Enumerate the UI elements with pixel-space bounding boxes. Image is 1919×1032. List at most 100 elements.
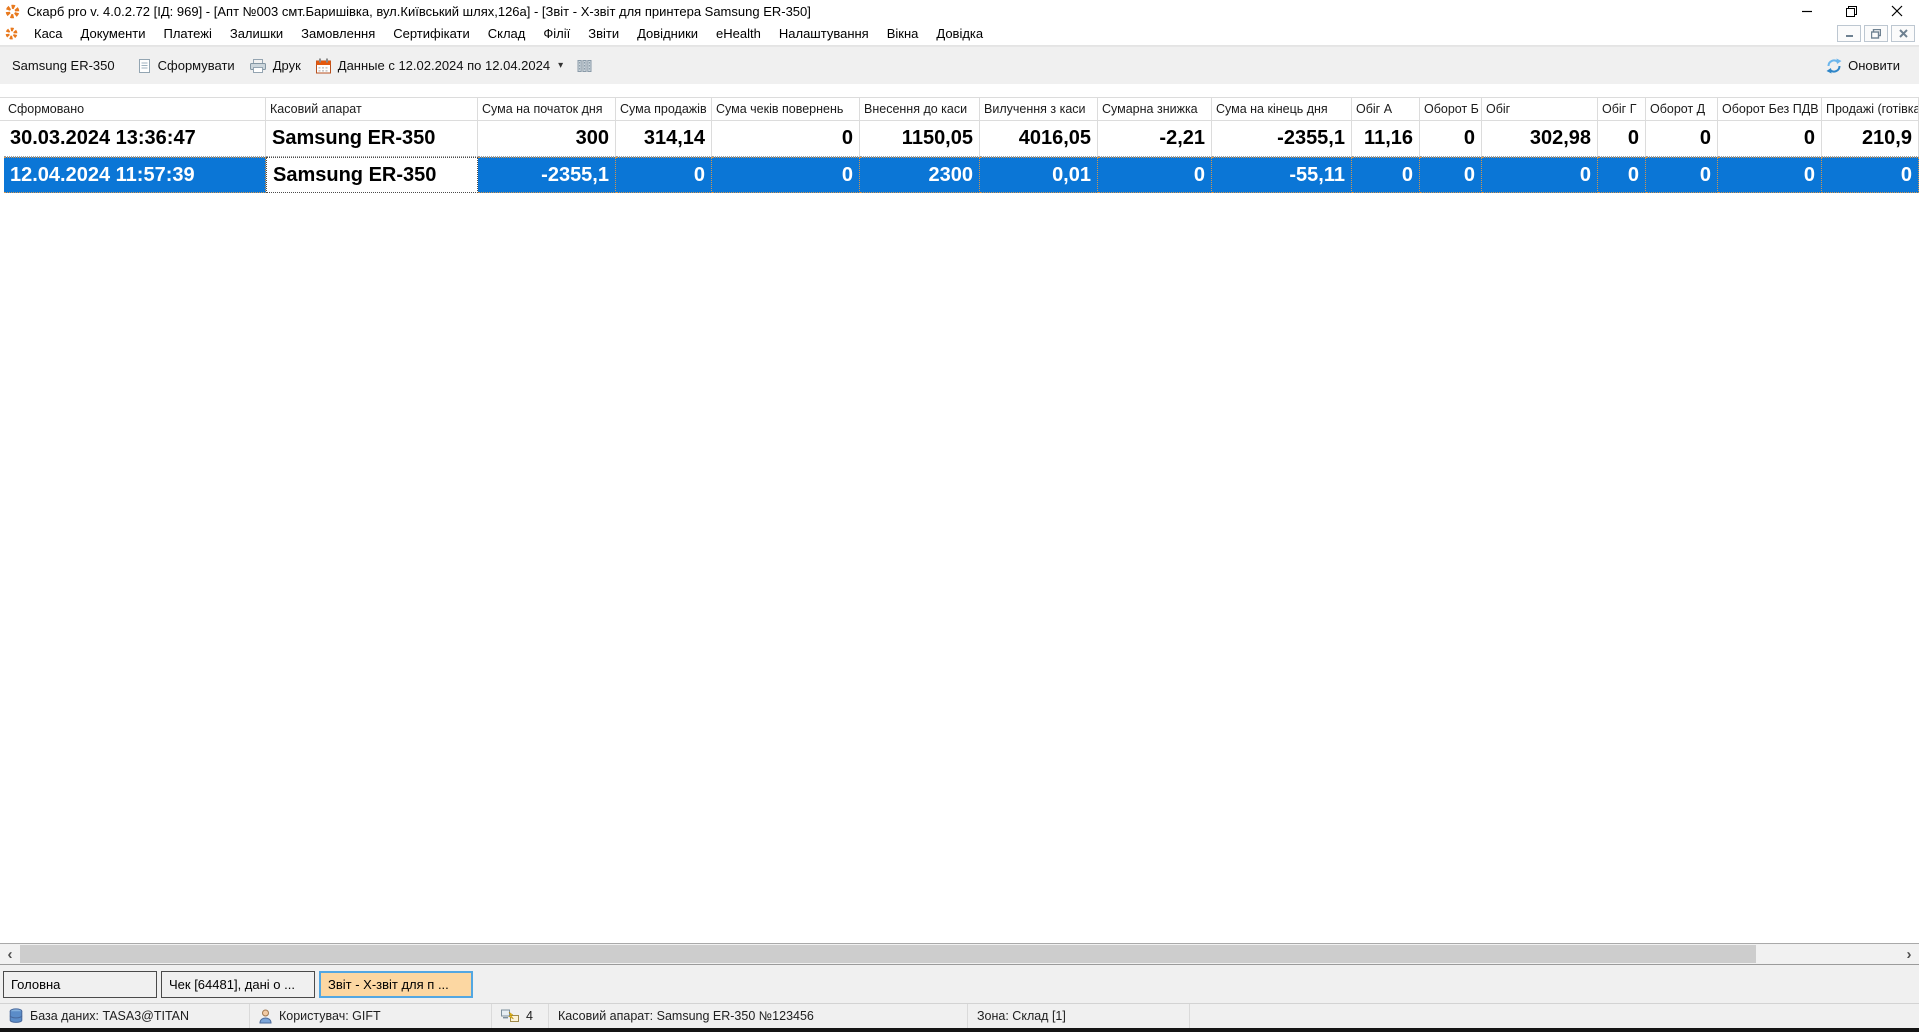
table-cell[interactable]: 11,16	[1352, 121, 1420, 157]
user-icon	[259, 1009, 272, 1024]
table-cell[interactable]: 2300	[860, 157, 980, 193]
table-cell[interactable]: 0,01	[980, 157, 1098, 193]
scroll-right-arrow-icon[interactable]: ›	[1899, 944, 1919, 964]
table-cell[interactable]: 4016,05	[980, 121, 1098, 157]
scrollbar-thumb[interactable]	[20, 945, 1756, 963]
column-header[interactable]: Продажі (готівка)	[1822, 98, 1919, 120]
document-icon	[136, 58, 152, 74]
table-cell[interactable]: -2355,1	[1212, 121, 1352, 157]
statusbar-connections: 4	[492, 1004, 549, 1028]
table-cell[interactable]: 314,14	[616, 121, 712, 157]
table-cell[interactable]: 0	[1718, 157, 1822, 193]
refresh-button[interactable]: Оновити	[1819, 54, 1907, 78]
table-cell[interactable]: 210,9	[1822, 121, 1919, 157]
column-header[interactable]: Оборот Без ПДВ	[1718, 98, 1822, 120]
columns-button[interactable]	[570, 54, 599, 78]
column-header[interactable]: Внесення до каси	[860, 98, 980, 120]
menu-item-сертифікати[interactable]: Сертифікати	[384, 23, 479, 44]
network-icon	[501, 1009, 519, 1023]
table-cell[interactable]: 0	[1098, 157, 1212, 193]
menu-item-вікна[interactable]: Вікна	[878, 23, 928, 44]
window-tab-1[interactable]: Чек [64481], дані о ...	[161, 971, 315, 998]
column-header[interactable]: Сума чеків повернень	[712, 98, 860, 120]
table-cell[interactable]: 300	[478, 121, 616, 157]
column-header[interactable]: Обіг	[1482, 98, 1598, 120]
mdi-child-icon	[5, 27, 18, 40]
printer-icon	[249, 58, 267, 74]
menu-item-довідники[interactable]: Довідники	[628, 23, 707, 44]
menu-item-каса[interactable]: Каса	[25, 23, 72, 44]
table-cell[interactable]: 0	[1598, 121, 1646, 157]
toolbar-gap	[0, 84, 1919, 97]
table-cell[interactable]: -2355,1	[478, 157, 616, 193]
table-cell[interactable]: 0	[1598, 157, 1646, 193]
mdi-restore-button[interactable]	[1864, 25, 1888, 42]
table-row[interactable]: 30.03.2024 13:36:47Samsung ER-350300314,…	[0, 121, 1919, 157]
window-tab-0[interactable]: Головна	[3, 971, 157, 998]
menu-item-документи[interactable]: Документи	[72, 23, 155, 44]
column-header[interactable]: Сума на кінець дня	[1212, 98, 1352, 120]
menu-items: КасаДокументиПлатежіЗалишкиЗамовленняСер…	[25, 23, 992, 44]
toolbar: Samsung ER-350 Сформувати Друк Данные с …	[0, 46, 1919, 84]
table-cell[interactable]: 1150,05	[860, 121, 980, 157]
app-window: Скарб pro v. 4.0.2.72 [ІД: 969] - [Апт №…	[0, 0, 1919, 1032]
table-cell[interactable]: 302,98	[1482, 121, 1598, 157]
column-header[interactable]: Касовий апарат	[266, 98, 478, 120]
date-range-button[interactable]: Данные с 12.02.2024 по 12.04.2024 ▾	[308, 54, 570, 78]
table-cell[interactable]: 0	[616, 157, 712, 193]
window-tab-2[interactable]: Звіт - X-звіт для п ...	[319, 971, 473, 998]
mdi-close-button[interactable]	[1891, 25, 1915, 42]
column-header[interactable]: Вилучення з каси	[980, 98, 1098, 120]
column-header[interactable]: Сума на початок дня	[478, 98, 616, 120]
column-header[interactable]: Обіг А	[1352, 98, 1420, 120]
restore-icon	[1845, 5, 1858, 18]
column-header[interactable]: Сумарна знижка	[1098, 98, 1212, 120]
menu-item-замовлення[interactable]: Замовлення	[292, 23, 384, 44]
table-cell[interactable]: 0	[1352, 157, 1420, 193]
menu-item-платежі[interactable]: Платежі	[154, 23, 220, 44]
table-cell[interactable]: 0	[1482, 157, 1598, 193]
menu-item-залишки[interactable]: Залишки	[221, 23, 292, 44]
print-button[interactable]: Друк	[242, 54, 308, 78]
horizontal-scrollbar[interactable]: ‹ ›	[0, 943, 1919, 965]
close-icon	[1891, 5, 1903, 17]
table-cell[interactable]: 0	[1420, 121, 1482, 157]
menu-item-склад[interactable]: Склад	[479, 23, 535, 44]
table-row[interactable]: 12.04.2024 11:57:39Samsung ER-350-2355,1…	[0, 157, 1919, 193]
column-header[interactable]: Сформовано	[4, 98, 266, 120]
menu-item-налаштування[interactable]: Налаштування	[770, 23, 878, 44]
restore-button[interactable]	[1829, 0, 1874, 22]
table-cell[interactable]: 0	[712, 121, 860, 157]
table-cell[interactable]: 0	[1646, 157, 1718, 193]
table-cell[interactable]: -55,11	[1212, 157, 1352, 193]
mdi-window-controls	[1837, 25, 1919, 42]
mdi-minimize-button[interactable]	[1837, 25, 1861, 42]
statusbar-zone: Зона: Склад [1]	[968, 1004, 1190, 1028]
column-header[interactable]: Обіг Г	[1598, 98, 1646, 120]
minimize-button[interactable]	[1784, 0, 1829, 22]
menu-item-звіти[interactable]: Звіти	[579, 23, 628, 44]
column-header[interactable]: Оборот Б	[1420, 98, 1482, 120]
menu-item-ehealth[interactable]: eHealth	[707, 23, 770, 44]
grid-empty-area	[0, 193, 1919, 943]
table-cell[interactable]: 0	[1420, 157, 1482, 193]
table-cell[interactable]: 0	[712, 157, 860, 193]
menu-item-довідка[interactable]: Довідка	[927, 23, 992, 44]
table-cell[interactable]: 0	[1718, 121, 1822, 157]
generate-button[interactable]: Сформувати	[129, 54, 242, 78]
table-cell[interactable]: 30.03.2024 13:36:47	[4, 121, 266, 157]
table-cell[interactable]: 0	[1822, 157, 1919, 193]
connections-count: 4	[526, 1009, 533, 1023]
scroll-left-arrow-icon[interactable]: ‹	[0, 944, 20, 964]
close-button[interactable]	[1874, 0, 1919, 22]
table-cell[interactable]: 12.04.2024 11:57:39	[4, 157, 266, 193]
table-cell[interactable]: -2,21	[1098, 121, 1212, 157]
column-header[interactable]: Оборот Д	[1646, 98, 1718, 120]
statusbar-cash-register: Касовий апарат: Samsung ER-350 №123456	[549, 1004, 968, 1028]
menu-item-філії[interactable]: Філії	[534, 23, 579, 44]
column-header[interactable]: Сума продажів	[616, 98, 712, 120]
table-cell[interactable]: Samsung ER-350	[266, 157, 478, 193]
date-range-label: Данные с 12.02.2024 по 12.04.2024	[338, 58, 550, 73]
table-cell[interactable]: 0	[1646, 121, 1718, 157]
table-cell[interactable]: Samsung ER-350	[266, 121, 478, 157]
